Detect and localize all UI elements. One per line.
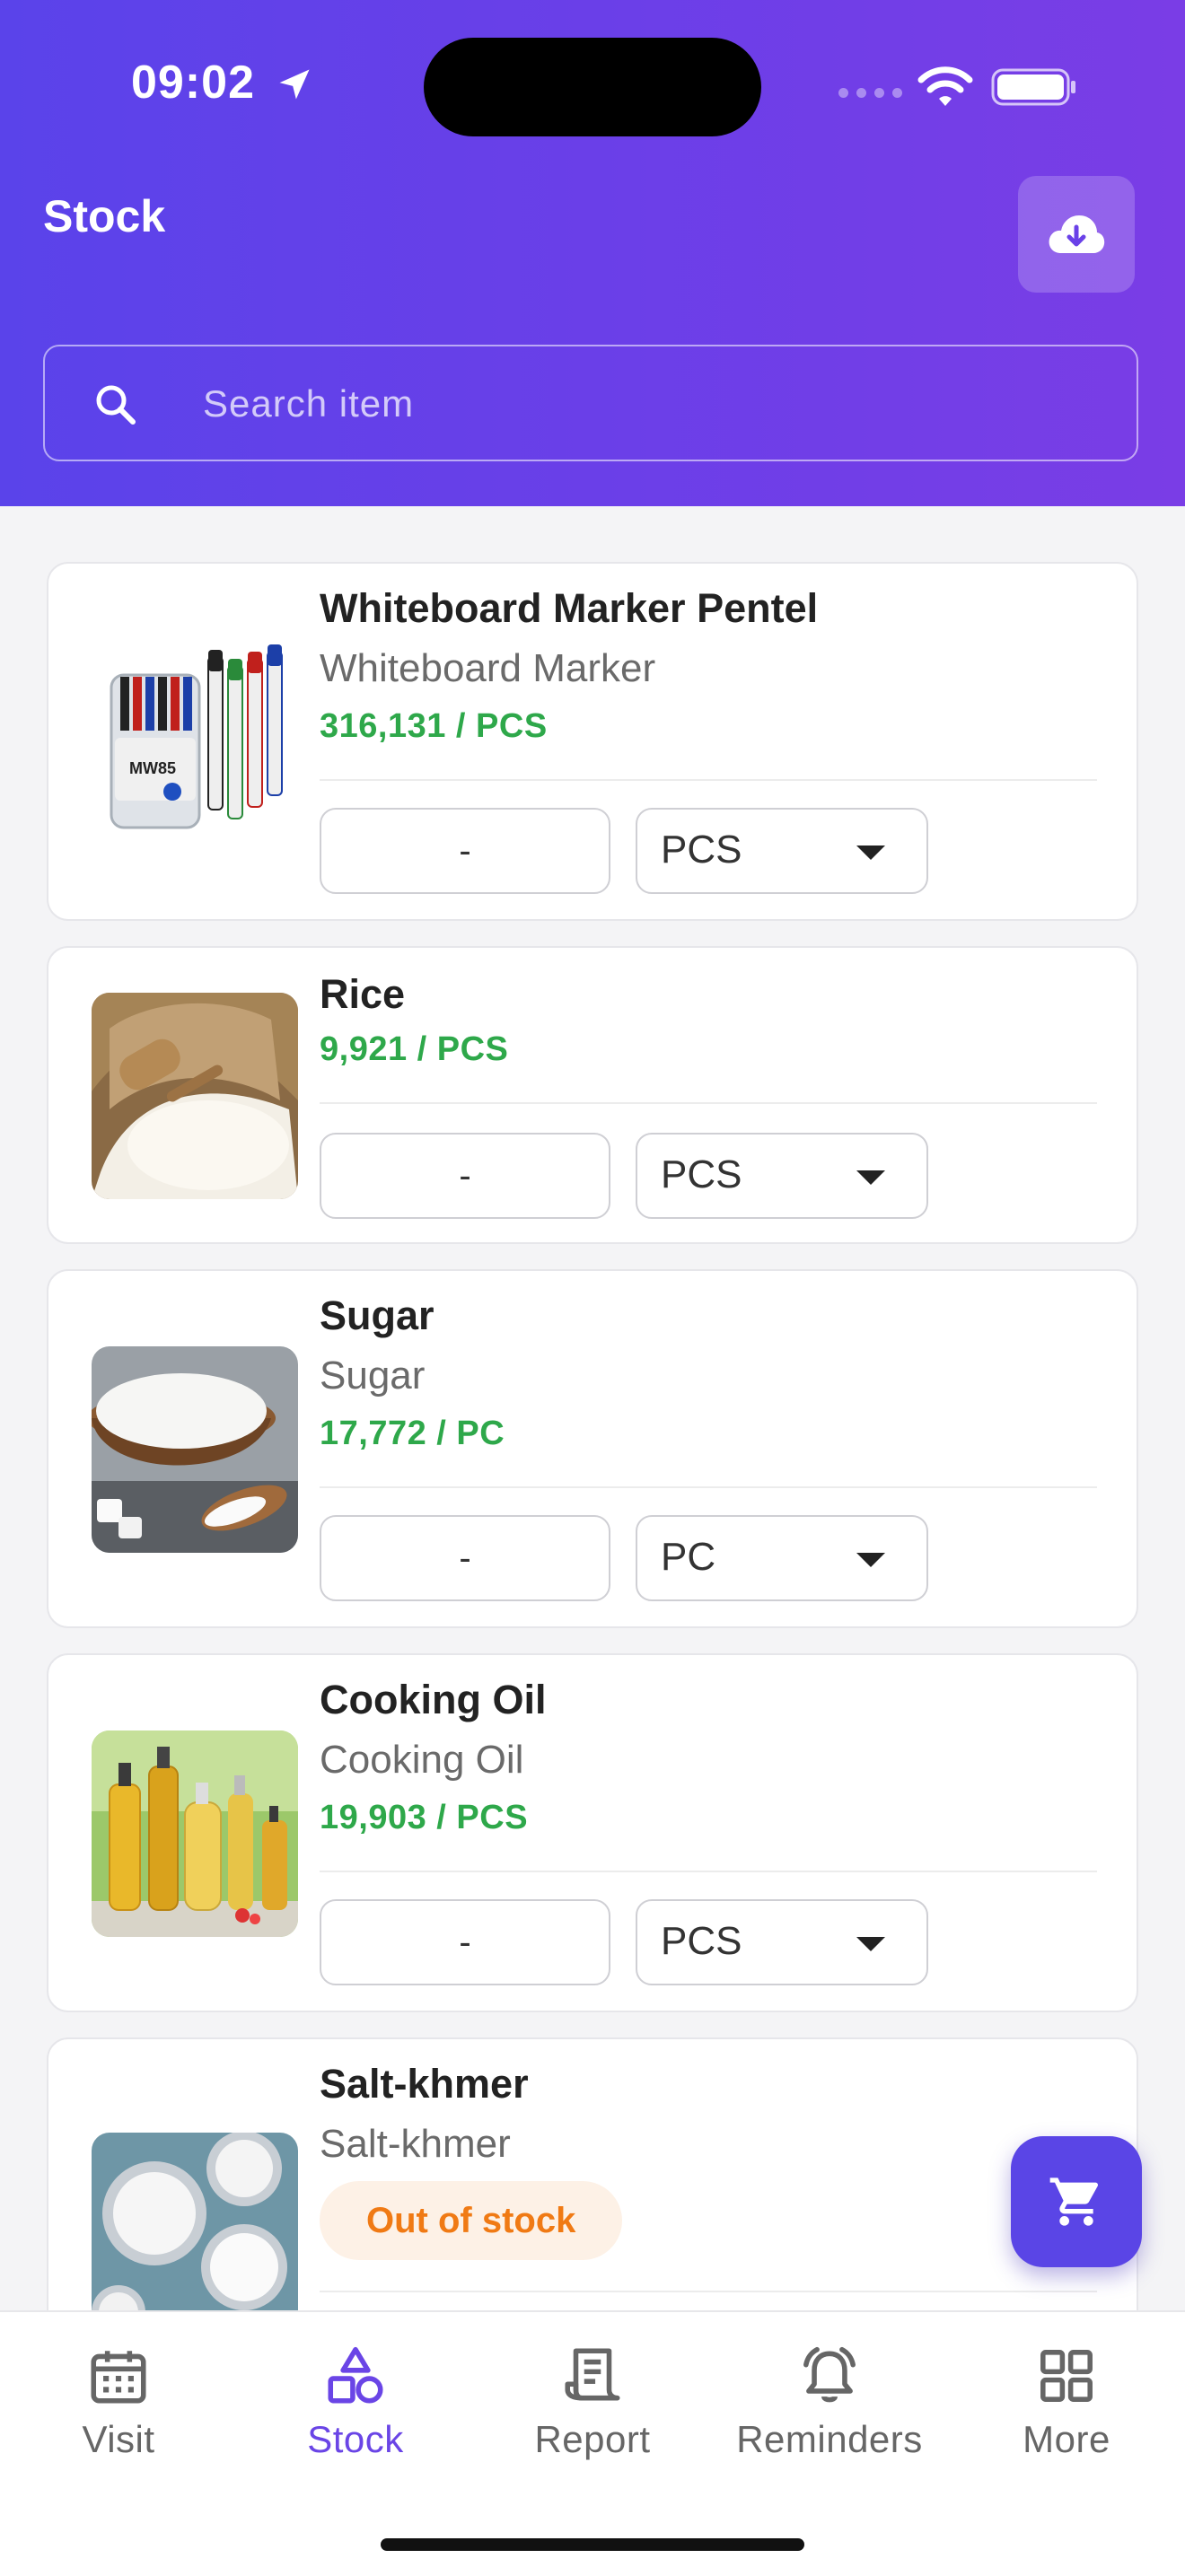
out-of-stock-badge: Out of stock <box>320 2181 623 2260</box>
product-subtitle: Cooking Oil <box>320 1738 524 1782</box>
search-box <box>43 345 1138 461</box>
quantity-input[interactable]: - <box>320 1899 610 1985</box>
nav-item-stock[interactable]: Stock <box>237 2343 474 2461</box>
cart-icon <box>1049 2177 1099 2226</box>
home-indicator <box>381 2538 804 2551</box>
salt-image <box>92 2133 298 2339</box>
divider <box>320 779 1097 781</box>
app-header: 09:02 Stock <box>0 0 1185 506</box>
nav-item-more[interactable]: More <box>948 2343 1185 2461</box>
markers-image: MW85 <box>92 639 298 846</box>
unit-select[interactable]: PC <box>636 1515 928 1601</box>
battery-icon <box>991 68 1075 106</box>
product-card[interactable]: Rice 9,921 / PCS - PCS <box>47 946 1138 1244</box>
product-card[interactable]: MW85 Whiteboard Marker Pentel Whiteboard… <box>47 562 1138 921</box>
grid-icon <box>1040 2350 1093 2402</box>
divider <box>320 1486 1097 1488</box>
nav-item-visit[interactable]: Visit <box>0 2343 237 2461</box>
dynamic-island <box>424 38 761 136</box>
stock-quantity: 17,772 / PC <box>320 1415 505 1452</box>
bottom-navigation: Visit Stock Report Reminders More <box>0 2310 1185 2576</box>
product-card[interactable]: Cooking Oil Cooking Oil 19,903 / PCS - P… <box>47 1653 1138 2012</box>
product-subtitle: Salt-khmer <box>320 2122 511 2166</box>
dropdown-arrow-icon <box>856 1170 885 1185</box>
sugar-image <box>92 1346 298 1553</box>
quantity-input[interactable]: - <box>320 1133 610 1219</box>
unit-select[interactable]: PCS <box>636 808 928 894</box>
unit-label: PC <box>661 1535 716 1579</box>
unit-label: PCS <box>661 1919 742 1963</box>
rice-image <box>92 993 298 1199</box>
nav-label: Stock <box>307 2418 404 2460</box>
search-icon <box>96 385 136 425</box>
svg-text:MW85: MW85 <box>129 759 176 777</box>
stock-quantity: 19,903 / PCS <box>320 1799 529 1836</box>
nav-label: Visit <box>82 2418 155 2460</box>
unit-select[interactable]: PCS <box>636 1133 928 1219</box>
search-input[interactable] <box>201 373 1084 434</box>
product-name: Rice <box>320 971 406 1017</box>
location-arrow-icon <box>279 69 310 100</box>
dropdown-arrow-icon <box>856 1937 885 1951</box>
product-name: Salt-khmer <box>320 2061 529 2107</box>
product-card[interactable]: Sugar Sugar 17,772 / PC - PC <box>47 1269 1138 1628</box>
oil-image <box>92 1730 298 1937</box>
unit-label: PCS <box>661 828 742 872</box>
product-name: Whiteboard Marker Pentel <box>320 585 819 631</box>
cart-button[interactable] <box>1011 2136 1142 2267</box>
cloud-download-icon <box>1049 215 1105 253</box>
cellular-signal-icon <box>838 88 902 98</box>
divider <box>320 1871 1097 1872</box>
nav-label: Reminders <box>736 2418 923 2460</box>
nav-item-report[interactable]: Report <box>474 2343 711 2461</box>
wifi-icon <box>917 66 973 106</box>
product-name: Cooking Oil <box>320 1677 547 1722</box>
shapes-icon <box>328 2346 383 2404</box>
divider <box>320 1102 1097 1104</box>
receipt-icon <box>565 2348 620 2401</box>
unit-label: PCS <box>661 1152 742 1196</box>
nav-item-reminders[interactable]: Reminders <box>711 2343 948 2461</box>
stock-quantity: 9,921 / PCS <box>320 1030 509 1068</box>
cloud-download-button[interactable] <box>1018 176 1135 293</box>
quantity-input[interactable]: - <box>320 808 610 894</box>
dropdown-arrow-icon <box>856 846 885 860</box>
calendar-icon <box>91 2351 146 2404</box>
quantity-input[interactable]: - <box>320 1515 610 1601</box>
page-title: Stock <box>43 191 166 241</box>
status-time: 09:02 <box>131 57 255 109</box>
product-name: Sugar <box>320 1292 434 1338</box>
nav-label: Report <box>534 2418 651 2460</box>
product-subtitle: Sugar <box>320 1354 426 1398</box>
nav-label: More <box>1023 2418 1110 2460</box>
dropdown-arrow-icon <box>856 1553 885 1567</box>
stock-quantity: 316,131 / PCS <box>320 707 548 745</box>
bell-icon <box>803 2346 856 2403</box>
unit-select[interactable]: PCS <box>636 1899 928 1985</box>
product-subtitle: Whiteboard Marker <box>320 646 656 690</box>
divider <box>320 2291 1097 2292</box>
